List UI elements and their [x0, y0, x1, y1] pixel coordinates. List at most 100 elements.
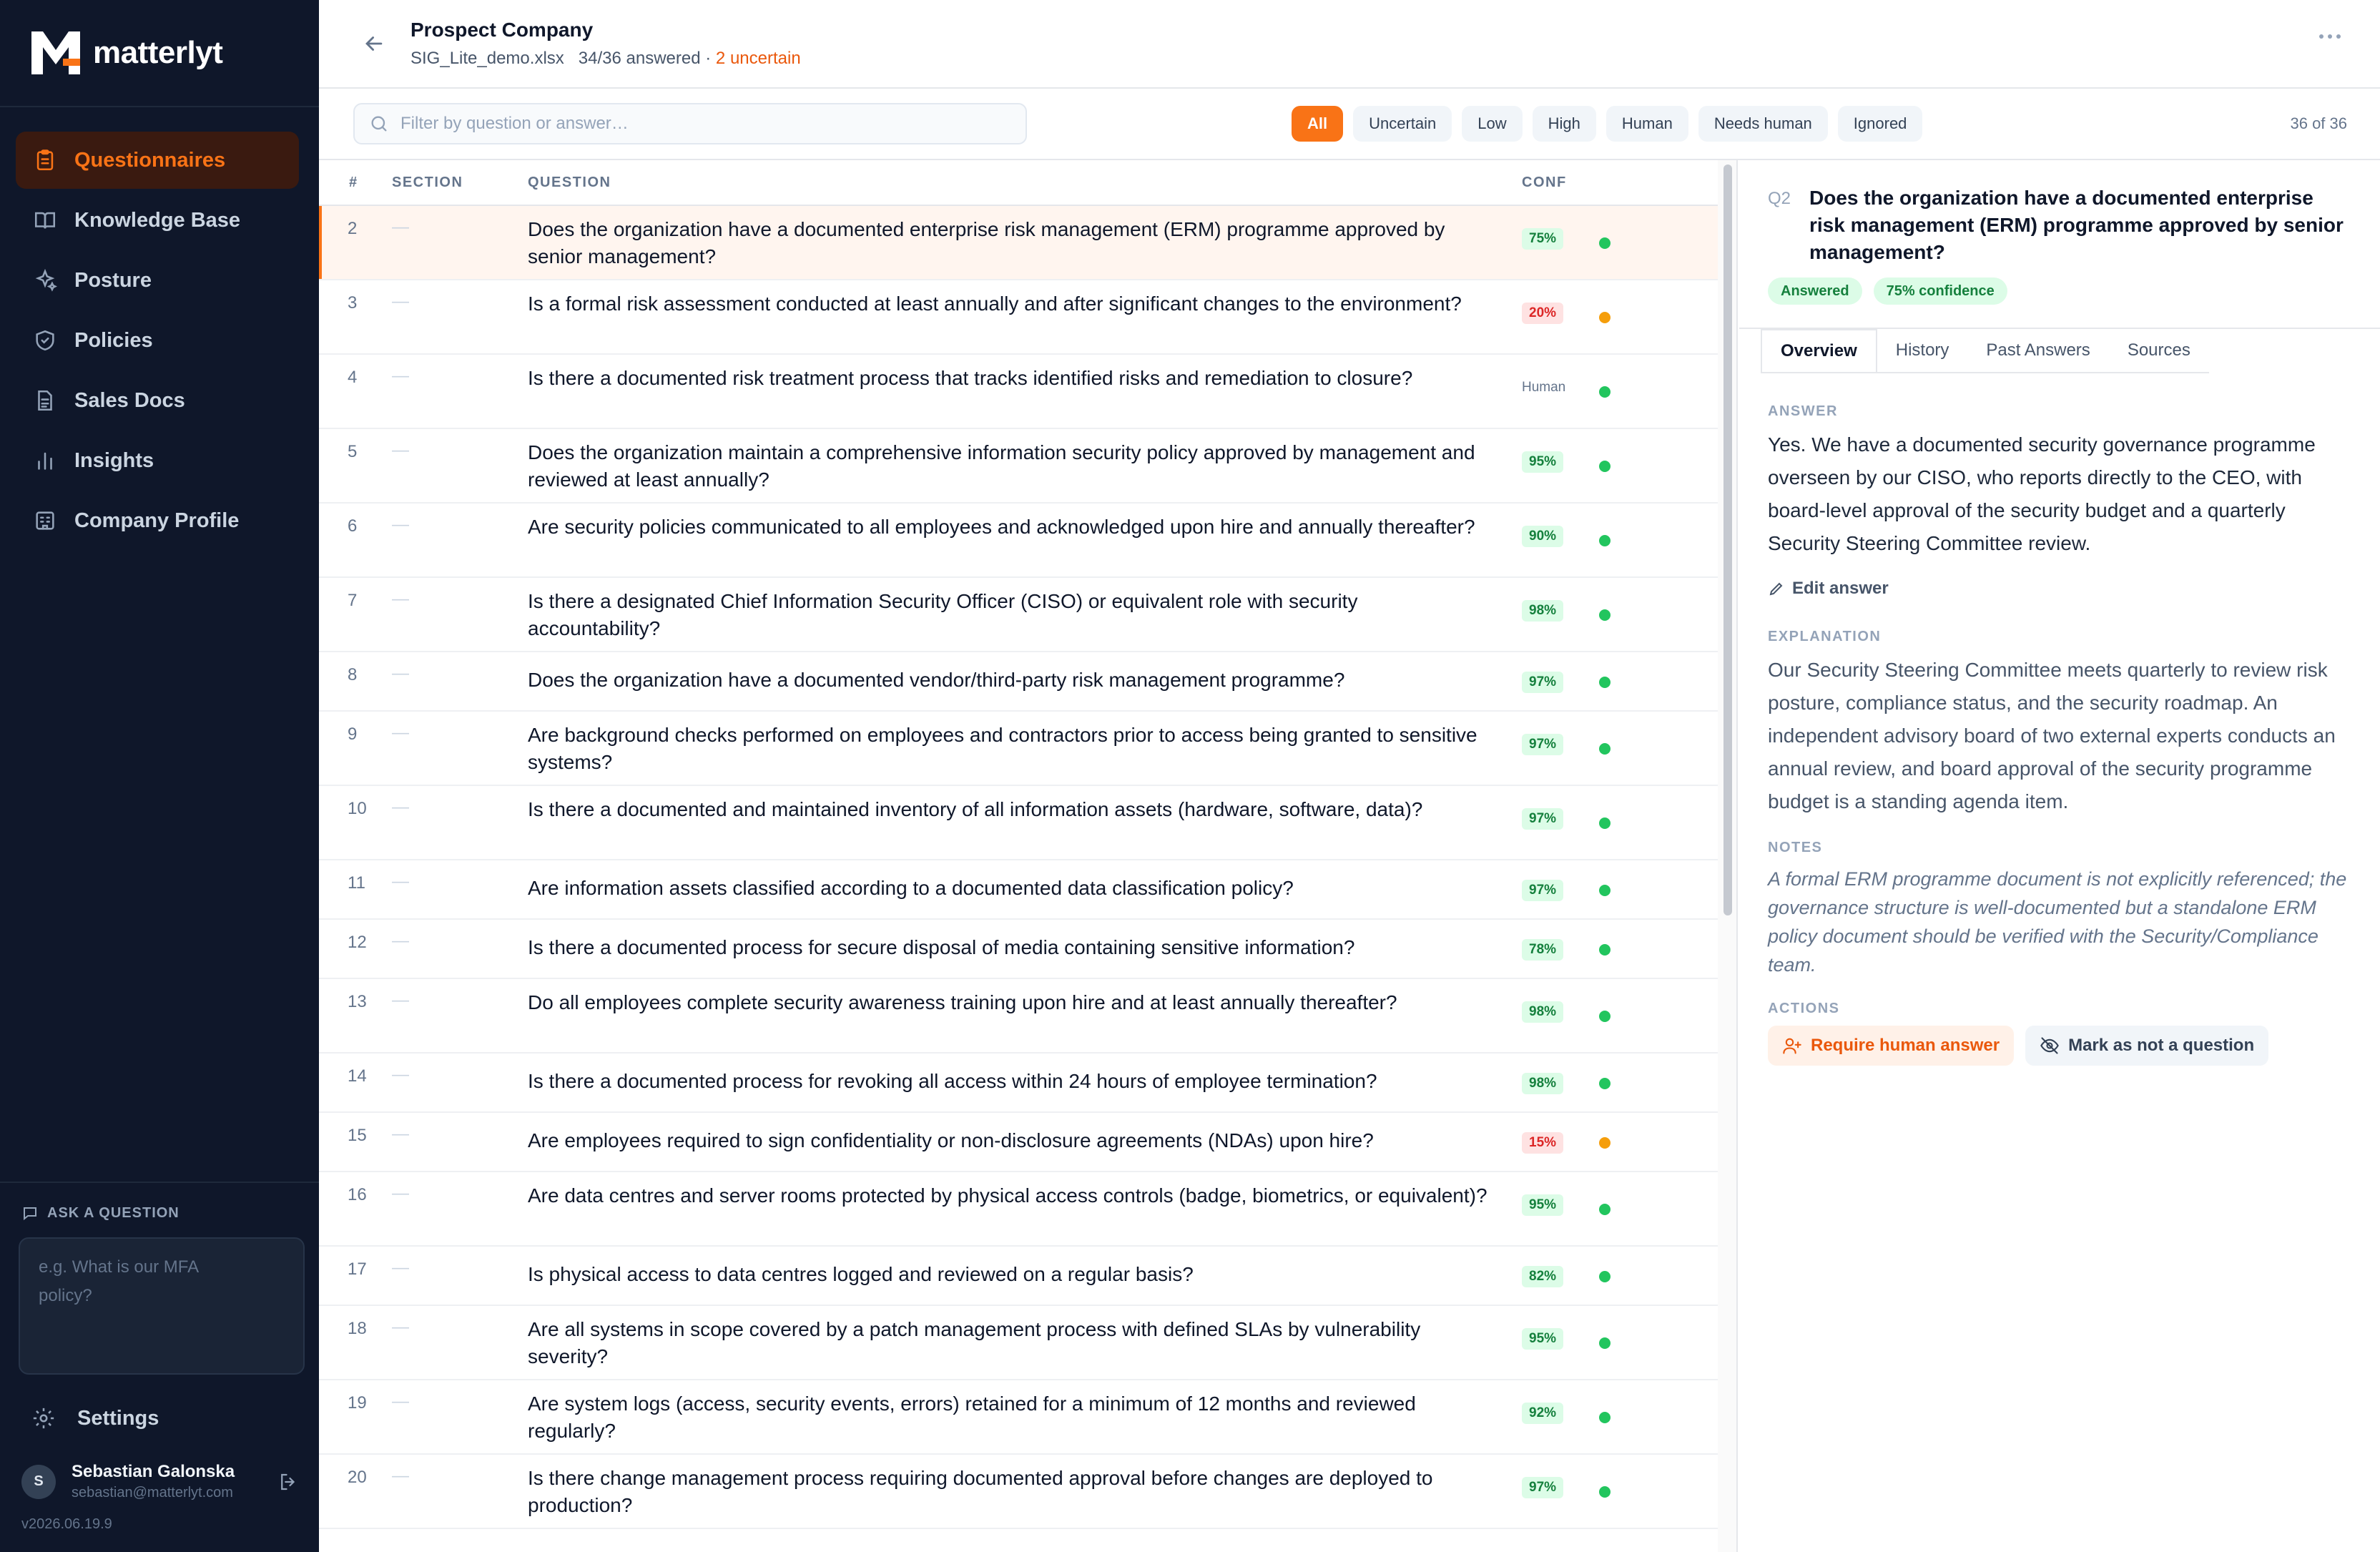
table-row[interactable]: 12 — Is there a documented process for sec…: [319, 920, 1718, 979]
table-scrollbar-thumb[interactable]: [1723, 164, 1732, 915]
tab-sources[interactable]: Sources: [2109, 329, 2209, 372]
nav-item-policies[interactable]: Policies: [16, 312, 299, 369]
nav-item-insights[interactable]: Insights: [16, 432, 299, 489]
book-icon: [34, 212, 56, 229]
nav-item-knowledge-base[interactable]: Knowledge Base: [16, 192, 299, 249]
status-dot: [1599, 817, 1611, 829]
table-row[interactable]: 16 — Are data centres and server rooms pro…: [319, 1172, 1718, 1247]
table-row[interactable]: 9 — Are background checks performed on emp…: [319, 712, 1718, 786]
row-question: Are data centres and server rooms protec…: [528, 1184, 1488, 1207]
row-question: Is there a designated Chief Information …: [528, 590, 1358, 639]
logout-icon[interactable]: [277, 1471, 299, 1493]
row-section: —: [392, 1258, 409, 1277]
settings-link[interactable]: Settings: [31, 1406, 159, 1430]
question-text: Does the organization have a documented …: [1809, 187, 2344, 263]
brand[interactable]: matterlyt: [0, 0, 319, 107]
column-header-conf[interactable]: CONF: [1522, 175, 1608, 191]
table-row[interactable]: 6 — Are security policies communicated to …: [319, 504, 1718, 578]
answer-text: Yes. We have a documented security gover…: [1768, 433, 2316, 554]
filter-chip-high[interactable]: High: [1532, 106, 1596, 142]
answer-label: ANSWER: [1768, 403, 1838, 419]
table-row[interactable]: 20 — Is there change management process re…: [319, 1455, 1718, 1529]
edit-answer-button[interactable]: Edit answer: [1768, 579, 2351, 599]
back-arrow-icon[interactable]: [362, 31, 386, 56]
table-row[interactable]: 10 — Is there a documented and maintained …: [319, 786, 1718, 860]
table-row[interactable]: 2 — Does the organization have a documente…: [319, 206, 1718, 280]
sidebar: matterlyt Questionnaires Knowledge Base …: [0, 0, 319, 1552]
explanation-text: Our Security Steering Committee meets qu…: [1768, 659, 2336, 812]
user-email: sebastian@matterlyt.com: [72, 1485, 233, 1501]
table-row[interactable]: 13 — Do all employees complete security aw…: [319, 979, 1718, 1054]
search-input[interactable]: [400, 114, 1016, 134]
nav-item-sales-docs[interactable]: Sales Docs: [16, 372, 299, 429]
column-header-question[interactable]: QUESTION: [528, 175, 1522, 191]
filter-chips: All Uncertain Low High Human Needs human…: [1292, 106, 1932, 142]
table-row[interactable]: 11 — Are information assets classified acc…: [319, 860, 1718, 920]
tab-overview[interactable]: Overview: [1761, 329, 1877, 372]
page-subtitle: SIG_Lite_demo.xlsx 34/36 answered · 2 un…: [410, 49, 801, 69]
mark-not-question-button[interactable]: Mark as not a question: [2025, 1026, 2269, 1066]
document-icon: [38, 390, 52, 411]
filter-chip-uncertain[interactable]: Uncertain: [1353, 106, 1452, 142]
row-section: —: [392, 1184, 409, 1203]
table-row[interactable]: 3 — Is a formal risk assessment conducted …: [319, 280, 1718, 355]
status-dot: [1599, 676, 1611, 688]
nav-item-questionnaires[interactable]: Questionnaires: [16, 132, 299, 189]
table-row[interactable]: 5 — Does the organization maintain a compr…: [319, 429, 1718, 504]
explanation-label: EXPLANATION: [1768, 629, 1882, 644]
table-row[interactable]: 18 — Are all systems in scope covered by a…: [319, 1306, 1718, 1380]
ask-question-input[interactable]: e.g. What is our MFA policy?: [19, 1237, 305, 1375]
status-dot: [1599, 1337, 1611, 1349]
confidence-badge: 98%: [1522, 600, 1564, 622]
row-question: Are employees required to sign confident…: [528, 1129, 1374, 1151]
require-human-answer-button[interactable]: Require human answer: [1768, 1026, 2015, 1066]
tab-past-answers[interactable]: Past Answers: [1967, 329, 2108, 372]
pencil-icon: [1769, 582, 1783, 596]
row-section: —: [392, 797, 409, 817]
table-row[interactable]: 4 — Is there a documented risk treatment p…: [319, 355, 1718, 429]
row-section: —: [392, 1392, 409, 1411]
user-plus-icon: [1783, 1038, 1801, 1054]
table-row[interactable]: 15 — Are employees required to sign confid…: [319, 1113, 1718, 1172]
row-section: —: [392, 1065, 409, 1084]
nav-item-company-profile[interactable]: Company Profile: [16, 492, 299, 549]
row-number: 8: [348, 665, 358, 684]
status-badge: Answered: [1768, 278, 1862, 305]
row-section: —: [392, 366, 409, 385]
uncertain-count[interactable]: 2 uncertain: [716, 49, 801, 68]
nav-item-posture[interactable]: Posture: [16, 252, 299, 309]
more-options-icon[interactable]: [2316, 26, 2344, 47]
main-nav: Questionnaires Knowledge Base Posture Po…: [16, 132, 299, 552]
column-header-section[interactable]: SECTION: [392, 175, 528, 191]
confidence-badge: 95%: [1522, 1194, 1564, 1216]
table-row[interactable]: 17 — Is physical access to data centres lo…: [319, 1247, 1718, 1306]
row-number: 5: [348, 442, 358, 461]
row-section: —: [392, 1466, 409, 1485]
table-row[interactable]: 7 — Is there a designated Chief Informatio…: [319, 578, 1718, 652]
row-section: —: [392, 589, 409, 609]
row-section: —: [392, 1124, 409, 1144]
filter-chip-low[interactable]: Low: [1462, 106, 1523, 142]
table-row[interactable]: 8 — Does the organization have a documente…: [319, 652, 1718, 712]
tab-history[interactable]: History: [1877, 329, 1968, 372]
row-question: Is a formal risk assessment conducted at…: [528, 293, 1462, 315]
row-section: —: [392, 1317, 409, 1337]
table-row[interactable]: 19 — Are system logs (access, security eve…: [319, 1380, 1718, 1455]
table-row[interactable]: 14 — Is there a documented process for rev…: [319, 1054, 1718, 1113]
result-count: 36 of 36: [2290, 114, 2347, 132]
eye-off-icon: [2040, 1037, 2059, 1054]
filter-chip-ignored[interactable]: Ignored: [1837, 106, 1923, 142]
filter-chip-all[interactable]: All: [1292, 106, 1344, 142]
gear-icon: [33, 1408, 54, 1429]
search-box[interactable]: [353, 103, 1027, 144]
row-section: —: [392, 723, 409, 742]
detail-header: Q2 Does the organization have a document…: [1739, 160, 2380, 329]
row-number: 3: [348, 293, 358, 313]
row-number: 11: [348, 873, 365, 893]
filter-chip-needs-human[interactable]: Needs human: [1698, 106, 1828, 142]
row-question: Is there a documented process for revoki…: [528, 1070, 1377, 1092]
filter-chip-human[interactable]: Human: [1605, 106, 1688, 142]
shield-icon: [36, 330, 54, 351]
row-number: 15: [348, 1126, 367, 1145]
row-number: 4: [348, 368, 358, 387]
